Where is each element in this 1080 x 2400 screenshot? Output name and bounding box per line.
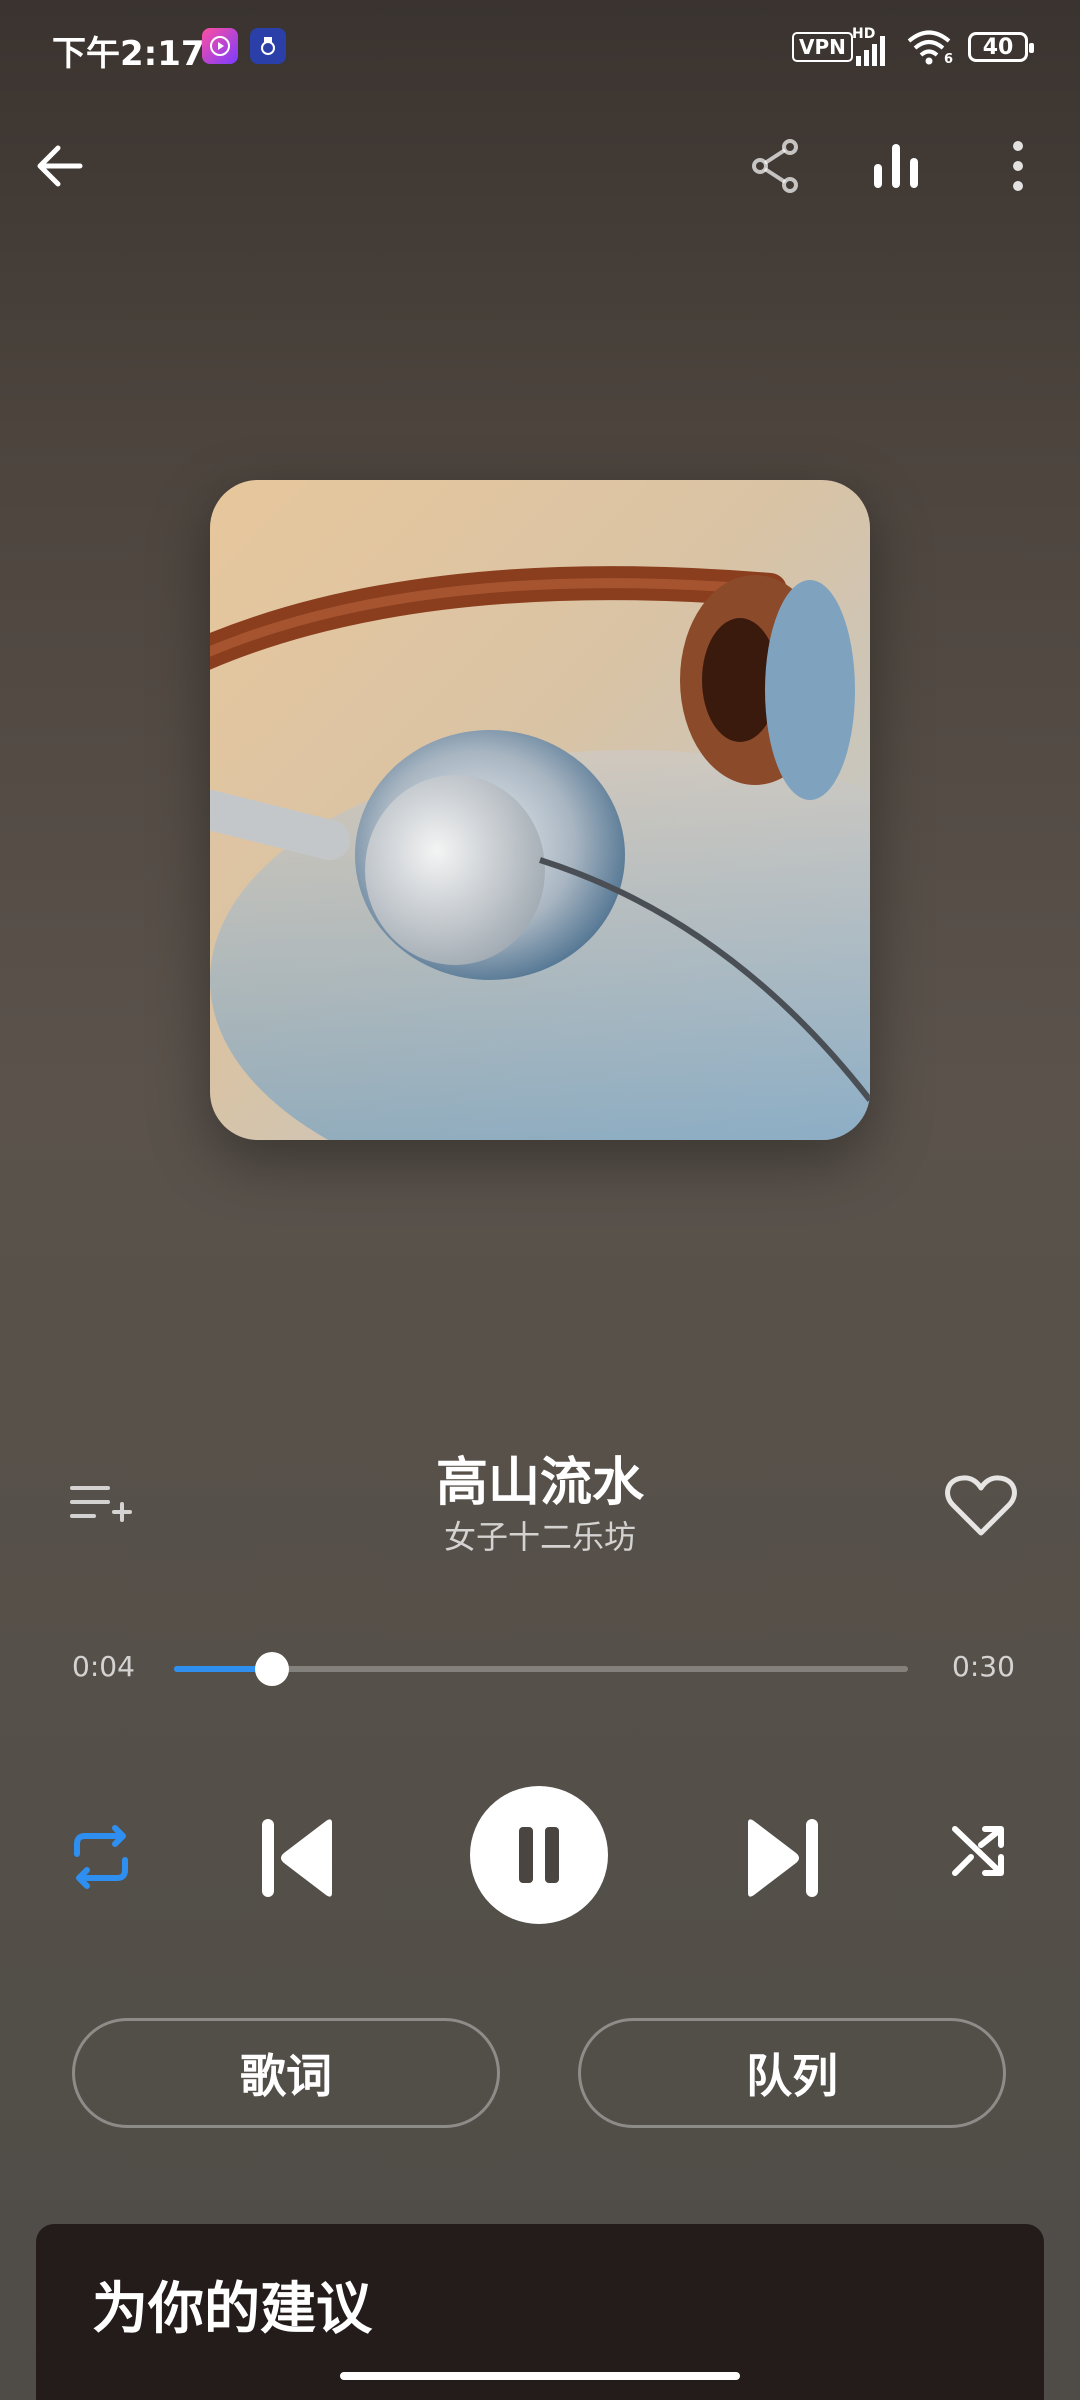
headphones-artwork: [210, 480, 870, 1140]
app-notification-icon: [250, 28, 286, 64]
status-bar: 下午2:17 VPN HD 6 40: [0, 0, 1080, 100]
equalizer-icon: [874, 144, 918, 188]
favorite-button[interactable]: [936, 1460, 1026, 1550]
pause-button[interactable]: [470, 1786, 608, 1924]
shuffle-icon: [952, 1826, 1004, 1876]
back-arrow-icon: [37, 145, 83, 187]
shuffle-button[interactable]: [934, 1806, 1024, 1896]
song-title: 高山流水: [435, 1453, 644, 1513]
more-button[interactable]: [978, 126, 1058, 206]
elapsed-time: 0:04: [72, 1650, 135, 1683]
seek-bar-thumb[interactable]: [254, 1652, 289, 1686]
vpn-badge: VPN: [792, 32, 853, 62]
heart-icon: [945, 1475, 1017, 1536]
lyrics-button[interactable]: 歌词: [72, 2018, 500, 2128]
video-app-icon: [202, 28, 238, 64]
home-indicator[interactable]: [340, 2372, 740, 2380]
seek-bar[interactable]: [174, 1652, 908, 1686]
song-artist[interactable]: 女子十二乐坊: [340, 1512, 740, 1558]
next-button[interactable]: [734, 1810, 830, 1906]
playlist-add-icon: [70, 1486, 132, 1522]
back-button[interactable]: [20, 126, 100, 206]
wifi-level-label: 6: [944, 52, 954, 67]
equalizer-button[interactable]: [856, 126, 936, 206]
total-time: 0:30: [952, 1650, 1015, 1683]
previous-button[interactable]: [250, 1810, 346, 1906]
previous-icon: [262, 1819, 332, 1897]
next-icon: [748, 1819, 818, 1897]
network-type-label: HD: [852, 26, 876, 42]
suggestions-title: 为你的建议: [92, 2277, 372, 2342]
more-vertical-icon: [1013, 141, 1023, 191]
share-button[interactable]: [736, 126, 816, 206]
wifi-icon: 6: [906, 28, 954, 70]
battery-icon: 40: [968, 32, 1034, 62]
signal-icon: HD: [852, 26, 892, 72]
repeat-button[interactable]: [56, 1812, 146, 1902]
repeat-icon: [74, 1825, 128, 1889]
queue-button[interactable]: 队列: [578, 2018, 1006, 2128]
battery-level: 40: [982, 34, 1014, 60]
album-art: [210, 480, 870, 1140]
status-time: 下午2:17: [52, 34, 205, 74]
add-to-playlist-button[interactable]: [60, 1464, 140, 1544]
pause-icon: [519, 1827, 559, 1883]
share-icon: [752, 139, 798, 193]
